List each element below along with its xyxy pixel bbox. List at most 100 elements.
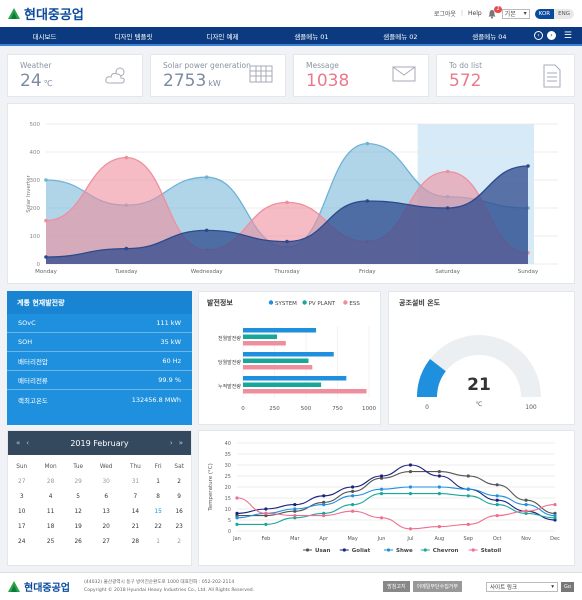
calendar-day[interactable]: 1 — [149, 474, 167, 489]
site-link-select[interactable]: 사이트 링크 ▾ — [486, 581, 558, 592]
data-point[interactable] — [124, 155, 129, 160]
data-point[interactable] — [285, 200, 289, 205]
calendar-day[interactable]: 11 — [35, 504, 65, 519]
data-point[interactable] — [379, 516, 384, 520]
data-point[interactable] — [524, 509, 528, 513]
bar[interactable] — [243, 328, 317, 333]
data-point[interactable] — [445, 169, 450, 174]
nav-item-design-template[interactable]: 디자인 템플릿 — [89, 31, 178, 41]
calendar-day[interactable]: 8 — [149, 489, 167, 504]
calendar-day[interactable]: 15 — [149, 504, 167, 519]
calendar-day[interactable]: 26 — [66, 534, 91, 549]
data-point[interactable] — [553, 503, 557, 507]
go-button[interactable]: Go — [561, 581, 574, 592]
lang-kor[interactable]: KOR — [534, 8, 555, 19]
calendar-day[interactable]: 16 — [167, 504, 191, 519]
calendar-day[interactable]: 1 — [149, 534, 167, 549]
data-point[interactable] — [553, 516, 557, 520]
data-point[interactable] — [379, 474, 384, 478]
data-point[interactable] — [293, 503, 297, 507]
calendar-day[interactable]: 2 — [167, 474, 191, 489]
data-point[interactable] — [437, 474, 441, 478]
bar[interactable] — [243, 382, 322, 388]
data-point[interactable] — [44, 255, 48, 259]
bar[interactable] — [243, 341, 286, 346]
data-point[interactable] — [351, 494, 355, 498]
data-point[interactable] — [351, 489, 355, 493]
calendar-day[interactable]: 13 — [90, 504, 121, 519]
data-point[interactable] — [44, 178, 48, 182]
data-point[interactable] — [322, 494, 326, 498]
data-point[interactable] — [437, 525, 441, 529]
lang-eng[interactable]: ENG — [554, 8, 574, 19]
calendar-day[interactable]: 17 — [8, 519, 35, 534]
bar[interactable] — [243, 358, 309, 364]
data-point[interactable] — [204, 175, 209, 179]
calendar-day[interactable]: 24 — [8, 534, 35, 549]
nav-next-button[interactable]: › — [546, 31, 556, 40]
data-point[interactable] — [445, 206, 450, 210]
data-point[interactable] — [495, 498, 499, 502]
calendar-day[interactable]: 6 — [90, 489, 121, 504]
data-point[interactable] — [437, 485, 441, 489]
logout-link[interactable]: 로그아웃 — [434, 9, 456, 18]
data-point[interactable] — [408, 492, 413, 496]
help-link[interactable]: Help — [468, 10, 482, 17]
calendar-day[interactable]: 28 — [122, 534, 149, 549]
calendar-day[interactable]: 29 — [66, 474, 91, 489]
data-point[interactable] — [379, 492, 384, 496]
calendar-day[interactable]: 23 — [167, 519, 191, 534]
data-point[interactable] — [44, 218, 48, 223]
data-point[interactable] — [285, 239, 289, 244]
nav-item-sample-02[interactable]: 샘플메뉴 02 — [356, 31, 445, 41]
data-point[interactable] — [379, 487, 384, 491]
theme-select[interactable]: 기본 ▾ — [501, 8, 530, 19]
calendar-day[interactable]: 4 — [35, 489, 65, 504]
calendar-day[interactable]: 9 — [167, 489, 191, 504]
data-point[interactable] — [293, 507, 297, 511]
data-point[interactable] — [524, 503, 528, 507]
calendar-day[interactable]: 30 — [90, 474, 121, 489]
data-point[interactable] — [351, 485, 355, 489]
data-point[interactable] — [293, 514, 297, 518]
calendar-day[interactable]: 21 — [122, 519, 149, 534]
data-point[interactable] — [322, 514, 326, 518]
data-point[interactable] — [466, 522, 470, 526]
bar[interactable] — [243, 352, 334, 357]
data-point[interactable] — [351, 503, 355, 507]
data-point[interactable] — [495, 514, 499, 518]
data-point[interactable] — [264, 511, 268, 515]
calendar-day[interactable]: 7 — [122, 489, 149, 504]
data-point[interactable] — [235, 496, 239, 500]
data-point[interactable] — [365, 199, 370, 203]
calendar-day[interactable]: 18 — [35, 519, 65, 534]
calendar-day[interactable]: 12 — [66, 504, 91, 519]
data-point[interactable] — [466, 474, 470, 478]
data-point[interactable] — [351, 509, 355, 513]
notification-button[interactable]: 2 — [487, 5, 502, 19]
calendar-day[interactable]: 25 — [35, 534, 65, 549]
next-year-icon[interactable]: » — [179, 439, 183, 447]
calendar-day[interactable]: 19 — [66, 519, 91, 534]
calendar-day[interactable]: 14 — [122, 504, 149, 519]
data-point[interactable] — [264, 507, 268, 511]
calendar-day[interactable]: 28 — [35, 474, 65, 489]
calendar-day[interactable]: 2 — [167, 534, 191, 549]
calendar-day[interactable]: 31 — [122, 474, 149, 489]
language-toggle[interactable]: KOR ENG — [534, 8, 574, 19]
bar[interactable] — [243, 376, 347, 381]
data-point[interactable] — [495, 483, 499, 487]
data-point[interactable] — [437, 492, 441, 496]
data-point[interactable] — [466, 487, 470, 491]
data-point[interactable] — [264, 522, 268, 526]
calendar-day[interactable]: 3 — [8, 489, 35, 504]
calendar-day[interactable]: 20 — [90, 519, 121, 534]
prev-year-icon[interactable]: « — [16, 439, 20, 447]
logo[interactable]: 현대중공업 — [8, 4, 84, 23]
policy-button[interactable]: 방침고지 — [383, 581, 410, 592]
data-point[interactable] — [365, 141, 370, 146]
calendar-day[interactable]: 10 — [8, 504, 35, 519]
data-point[interactable] — [322, 503, 326, 507]
nav-item-sample-04[interactable]: 샘플메뉴 04 — [445, 31, 534, 41]
next-month-icon[interactable]: › — [170, 439, 173, 447]
